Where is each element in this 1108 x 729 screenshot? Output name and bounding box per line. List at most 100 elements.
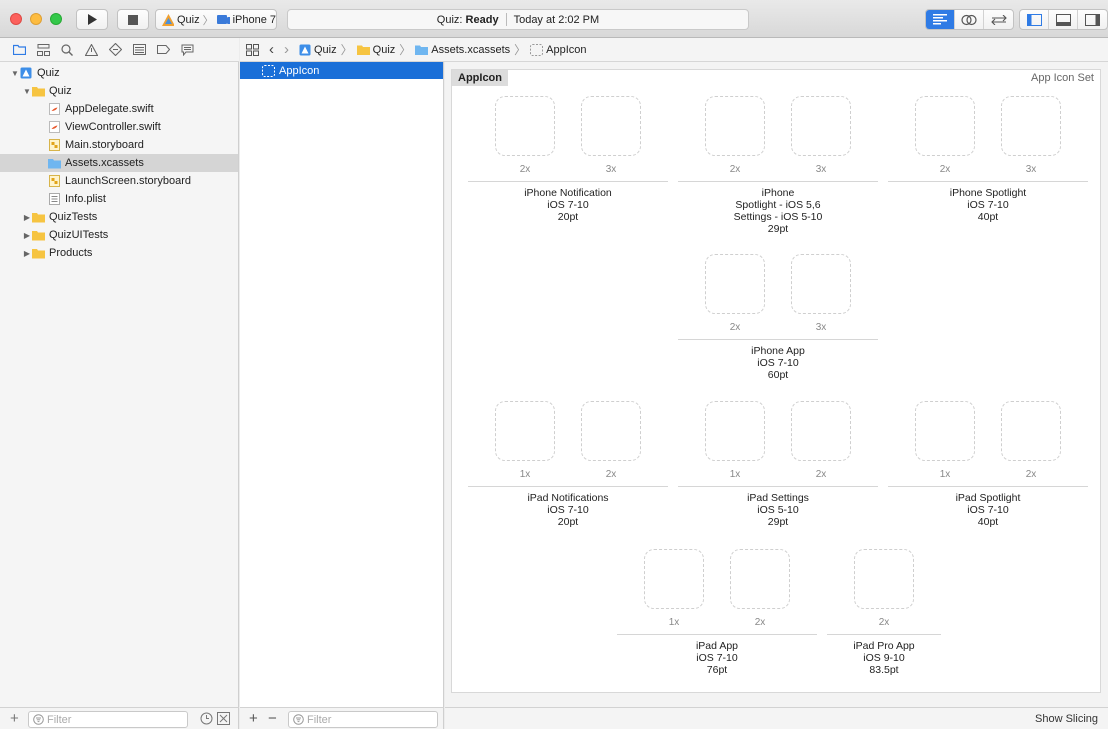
tree-item-group[interactable]: ▶ QuizUITests xyxy=(0,226,238,244)
scheme-selector[interactable]: Quiz 〉 iPhone 7 xyxy=(155,9,277,30)
debug-navigator-tab[interactable] xyxy=(132,43,146,57)
swift-file-icon xyxy=(49,121,60,133)
toggle-debug-button[interactable] xyxy=(1049,10,1078,29)
icon-drop-slot[interactable] xyxy=(705,401,765,461)
icon-group: 2x 3x iPhone Spotlight - iOS 5,6 Settings - … xyxy=(678,96,878,236)
icon-drop-slot[interactable] xyxy=(791,96,851,156)
group-label-line: iOS 7-10 xyxy=(757,357,799,369)
tree-item-file[interactable]: Main.storyboard xyxy=(0,136,238,154)
group-divider xyxy=(617,634,817,635)
icon-drop-slot[interactable] xyxy=(1001,401,1061,461)
close-window-button[interactable] xyxy=(10,13,22,25)
icon-drop-slot[interactable] xyxy=(495,401,555,461)
navigator-filter-input[interactable] xyxy=(47,713,167,726)
icon-drop-slot[interactable] xyxy=(581,96,641,156)
group-label-line: iOS 7-10 xyxy=(696,652,738,664)
asset-canvas: AppIcon App Icon Set 2x 3x iPhone Notifica… xyxy=(445,62,1108,707)
group-label-line: iPad Settings xyxy=(747,492,809,504)
find-navigator-tab[interactable] xyxy=(60,43,74,57)
test-navigator-tab[interactable] xyxy=(108,43,122,57)
recent-files-clock-icon[interactable] xyxy=(200,712,213,725)
scale-label: 3x xyxy=(815,322,827,333)
breadcrumb-chevron-icon: 〉 xyxy=(340,43,353,57)
icon-drop-slot[interactable] xyxy=(791,401,851,461)
scale-label: 1x xyxy=(668,617,680,628)
icon-drop-slot[interactable] xyxy=(581,401,641,461)
zoom-window-button[interactable] xyxy=(50,13,62,25)
tree-item-file[interactable]: AppDelegate.swift xyxy=(0,100,238,118)
tree-item-file[interactable]: ViewController.swift xyxy=(0,118,238,136)
breakpoint-navigator-tab[interactable] xyxy=(156,43,170,57)
disclosure-open-icon[interactable]: ▼ xyxy=(22,87,32,96)
breadcrumb-appicon[interactable]: AppIcon xyxy=(530,43,587,56)
panel-toggle-control xyxy=(1019,9,1108,30)
tree-item-group[interactable]: ▶ QuizTests xyxy=(0,208,238,226)
standard-editor-button[interactable] xyxy=(926,10,955,29)
icon-drop-slot[interactable] xyxy=(915,401,975,461)
show-slicing-button[interactable]: Show Slicing xyxy=(1035,713,1098,725)
tree-item-file[interactable]: LaunchScreen.storyboard xyxy=(0,172,238,190)
group-label: iPad Notifications iOS 7-10 20pt xyxy=(468,492,668,528)
app-icon-set-panel: AppIcon App Icon Set 2x 3x iPhone Notifica… xyxy=(451,69,1101,693)
icon-drop-slot[interactable] xyxy=(730,549,790,609)
related-items-grid-icon[interactable] xyxy=(246,43,259,56)
scale-label: 2x xyxy=(729,164,741,175)
symbol-navigator-tab[interactable] xyxy=(36,43,50,57)
add-asset-button[interactable]: + xyxy=(249,710,258,727)
asset-item-appicon[interactable]: AppIcon xyxy=(240,62,443,79)
disclosure-closed-icon[interactable]: ▶ xyxy=(22,231,32,240)
icon-drop-slot[interactable] xyxy=(1001,96,1061,156)
add-file-button[interactable]: + xyxy=(10,710,19,727)
asset-filter-input[interactable] xyxy=(307,713,427,726)
disclosure-open-icon[interactable]: ▼ xyxy=(10,69,20,78)
group-label-line: 76pt xyxy=(706,664,728,676)
icon-drop-slot[interactable] xyxy=(495,96,555,156)
icon-drop-slot[interactable] xyxy=(705,96,765,156)
icon-drop-slot[interactable] xyxy=(791,254,851,314)
tree-item-file-selected[interactable]: Assets.xcassets xyxy=(0,154,238,172)
tree-item-label: Quiz xyxy=(49,85,72,97)
xcode-window: Quiz 〉 iPhone 7 Quiz: Ready Today at 2:0… xyxy=(0,0,1108,729)
breadcrumb-project[interactable]: Quiz xyxy=(299,44,337,56)
scale-label: 1x xyxy=(939,469,951,480)
navigator-filter[interactable] xyxy=(28,711,188,728)
report-navigator-tab[interactable] xyxy=(180,43,194,57)
breadcrumb-asset-catalog[interactable]: Assets.xcassets xyxy=(415,44,510,56)
breadcrumb-group[interactable]: Quiz xyxy=(356,44,395,56)
issue-navigator-tab[interactable] xyxy=(84,43,98,57)
toggle-navigator-button[interactable] xyxy=(1020,10,1049,29)
forward-arrow-icon[interactable]: › xyxy=(284,41,289,58)
icon-drop-slot[interactable] xyxy=(705,254,765,314)
tree-item-label: Products xyxy=(49,247,93,259)
group-label: iPhone Spotlight iOS 7-10 40pt xyxy=(888,187,1088,223)
storyboard-icon xyxy=(49,139,60,151)
storyboard-icon xyxy=(49,175,60,187)
back-arrow-icon[interactable]: ‹ xyxy=(269,41,274,58)
icon-drop-slot[interactable] xyxy=(644,549,704,609)
disclosure-closed-icon[interactable]: ▶ xyxy=(22,213,32,222)
xcode-app-icon xyxy=(162,13,174,26)
asset-filter[interactable] xyxy=(288,711,438,728)
project-navigator-tab[interactable] xyxy=(12,43,26,57)
disclosure-closed-icon[interactable]: ▶ xyxy=(22,249,32,258)
asset-item-label: AppIcon xyxy=(279,64,320,77)
run-button[interactable] xyxy=(76,9,108,30)
icon-drop-slot[interactable] xyxy=(915,96,975,156)
toggle-inspector-button[interactable] xyxy=(1078,10,1107,29)
tree-item-project[interactable]: ▼ Quiz xyxy=(0,64,238,82)
source-control-filter-icon[interactable] xyxy=(217,712,230,725)
group-label-line: iPhone App xyxy=(751,345,805,357)
scale-label: 2x xyxy=(1025,469,1037,480)
folder-icon xyxy=(32,231,45,241)
minimize-window-button[interactable] xyxy=(30,13,42,25)
version-editor-button[interactable] xyxy=(984,10,1013,29)
remove-asset-button[interactable]: − xyxy=(268,710,277,727)
tree-item-group[interactable]: ▼ Quiz xyxy=(0,82,238,100)
tree-item-group[interactable]: ▶ Products xyxy=(0,244,238,262)
tree-item-file[interactable]: Info.plist xyxy=(0,190,238,208)
stop-button[interactable] xyxy=(117,9,149,30)
assistant-editor-button[interactable] xyxy=(955,10,984,29)
icon-drop-slot[interactable] xyxy=(854,549,914,609)
group-label-line: iPad App xyxy=(695,640,739,652)
asset-catalog-icon xyxy=(48,159,61,169)
